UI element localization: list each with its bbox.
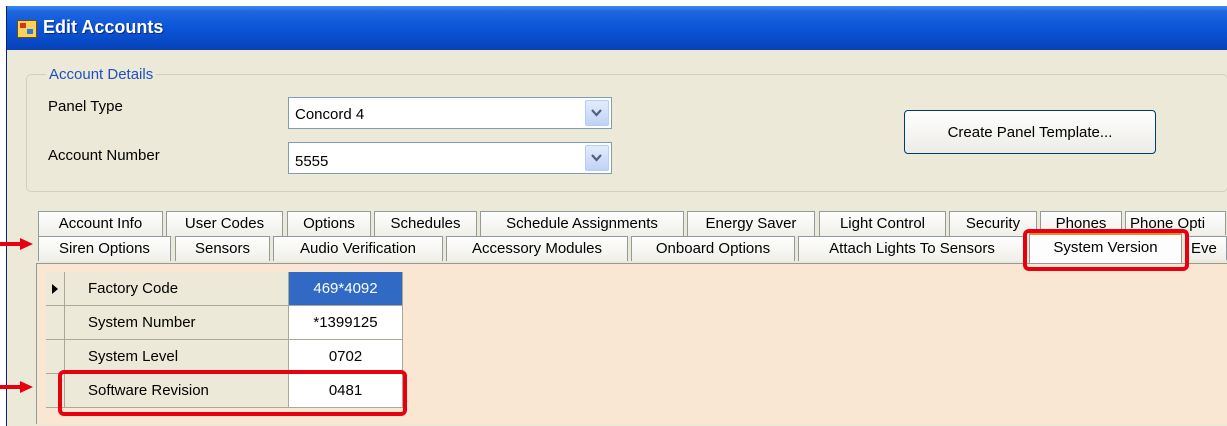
tab-onboard-options[interactable]: Onboard Options: [631, 236, 795, 261]
pointer-arrow-icon: [0, 238, 33, 250]
panel-type-label: Panel Type: [48, 98, 123, 115]
highlight-software-revision-row: [58, 370, 407, 416]
tab-attach-lights-to-sensors[interactable]: Attach Lights To Sensors: [798, 236, 1026, 261]
panel-type-combo[interactable]: Concord 4: [288, 97, 612, 129]
tab-events[interactable]: Eve: [1187, 236, 1227, 260]
panel-type-dropdown-button[interactable]: [585, 100, 609, 126]
row-name-cell: System Number: [65, 306, 289, 340]
row-name: Factory Code: [88, 280, 179, 297]
row-value-cell[interactable]: 469*4092: [289, 272, 403, 306]
title-bar[interactable]: Edit Accounts: [7, 6, 1227, 50]
row-value-cell[interactable]: 0702: [289, 340, 403, 374]
account-number-combo[interactable]: 5555: [288, 142, 612, 174]
table-row[interactable]: System Level 0702: [46, 340, 403, 374]
window-title: Edit Accounts: [43, 17, 164, 37]
row-header[interactable]: [46, 272, 65, 306]
chevron-down-icon: [591, 109, 602, 117]
tab-sensors[interactable]: Sensors: [175, 236, 270, 261]
account-number-dropdown-button[interactable]: [585, 145, 609, 171]
row-name-cell: System Level: [65, 340, 289, 374]
tab-schedule-assignments[interactable]: Schedule Assignments: [480, 211, 684, 236]
account-details-legend: Account Details: [46, 66, 157, 83]
tab-accessory-modules[interactable]: Accessory Modules: [446, 236, 628, 261]
row-header[interactable]: [46, 340, 65, 374]
tab-audio-verification[interactable]: Audio Verification: [273, 236, 443, 261]
row-header[interactable]: [46, 306, 65, 340]
app-icon: [17, 20, 37, 38]
tab-light-control[interactable]: Light Control: [819, 211, 946, 236]
row-name-cell: Factory Code: [65, 272, 289, 306]
row-name: System Number: [88, 314, 196, 331]
panel-type-value: Concord 4: [295, 106, 365, 123]
table-row[interactable]: System Number *1399125: [46, 306, 403, 340]
tab-user-codes[interactable]: User Codes: [166, 211, 283, 236]
account-number-value: 5555: [295, 153, 329, 170]
chevron-down-icon: [591, 154, 602, 162]
tab-energy-saver[interactable]: Energy Saver: [687, 211, 815, 236]
tab-options[interactable]: Options: [287, 211, 371, 236]
tab-siren-options[interactable]: Siren Options: [38, 236, 171, 261]
tab-schedules[interactable]: Schedules: [374, 211, 477, 236]
tab-system-version[interactable]: System Version: [1029, 233, 1182, 263]
create-panel-template-button[interactable]: Create Panel Template...: [904, 110, 1156, 154]
row-name: System Level: [88, 348, 179, 365]
table-row[interactable]: Factory Code 469*4092: [46, 272, 403, 306]
account-number-label: Account Number: [48, 147, 160, 164]
pointer-arrow-icon: [0, 381, 33, 393]
row-value-cell[interactable]: *1399125: [289, 306, 403, 340]
current-row-arrow-icon: [52, 284, 58, 294]
tab-account-info[interactable]: Account Info: [38, 211, 163, 236]
